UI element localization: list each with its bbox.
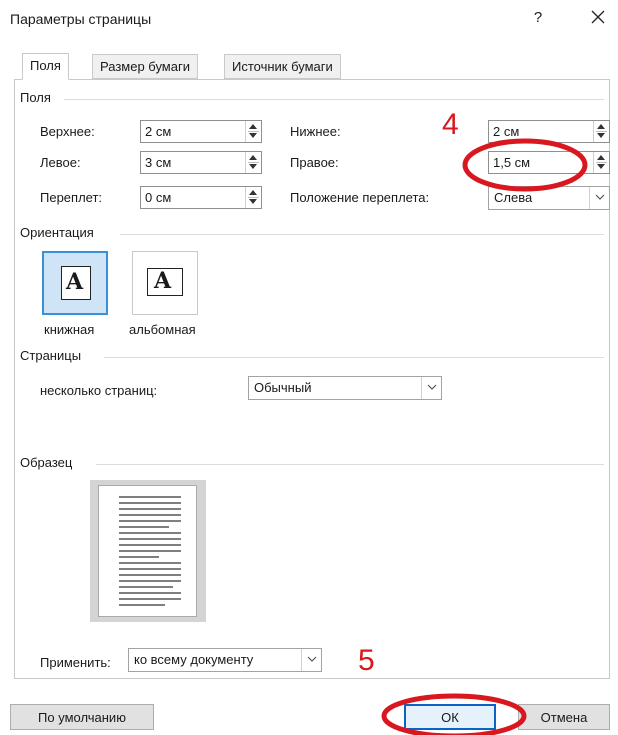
right-margin-value: 1,5 см bbox=[493, 155, 531, 170]
gutter-label: Переплет: bbox=[40, 190, 103, 205]
right-margin-label: Правое: bbox=[290, 155, 339, 170]
multiple-pages-dropdown-button[interactable] bbox=[421, 377, 441, 399]
orientation-group-divider bbox=[120, 234, 604, 235]
chevron-down-icon bbox=[307, 656, 316, 662]
margins-group-divider bbox=[64, 99, 604, 100]
gutter-position-select[interactable]: Слева bbox=[488, 186, 610, 210]
pages-group-divider bbox=[104, 357, 604, 358]
pages-group-label: Страницы bbox=[20, 348, 88, 363]
dialog-title: Параметры страницы bbox=[10, 11, 152, 27]
gutter-spinner[interactable] bbox=[245, 187, 261, 208]
gutter-field[interactable]: 0 см bbox=[140, 186, 262, 209]
step-5-annotation: 5 bbox=[358, 644, 375, 677]
preview-page bbox=[98, 485, 197, 617]
help-button[interactable]: ? bbox=[528, 9, 548, 29]
portrait-orientation-button[interactable]: A bbox=[42, 251, 108, 315]
page-preview bbox=[90, 480, 206, 622]
apply-to-value: ко всему документу bbox=[134, 652, 254, 667]
chevron-down-icon bbox=[595, 194, 604, 200]
right-margin-field[interactable]: 1,5 см bbox=[488, 151, 610, 174]
multiple-pages-label: несколько страниц: bbox=[40, 383, 158, 398]
bottom-margin-label: Нижнее: bbox=[290, 124, 341, 139]
close-icon bbox=[591, 10, 605, 24]
orientation-group-label: Ориентация bbox=[20, 225, 100, 240]
landscape-orientation-button[interactable]: A bbox=[132, 251, 198, 315]
preview-group-label: Образец bbox=[20, 455, 79, 470]
portrait-page-icon: A bbox=[61, 266, 91, 300]
apply-to-label: Применить: bbox=[40, 655, 111, 670]
tab-margins[interactable]: Поля bbox=[22, 53, 69, 80]
left-margin-label: Левое: bbox=[40, 155, 81, 170]
ok-button[interactable]: ОК bbox=[404, 704, 496, 730]
preview-text-lines bbox=[119, 496, 181, 606]
bottom-margin-spinner[interactable] bbox=[593, 121, 609, 142]
apply-to-dropdown-button[interactable] bbox=[301, 649, 321, 671]
top-margin-label: Верхнее: bbox=[40, 124, 95, 139]
preview-group-divider bbox=[96, 464, 604, 465]
bottom-margin-value: 2 см bbox=[493, 124, 520, 139]
close-button[interactable] bbox=[587, 7, 609, 29]
left-margin-spinner[interactable] bbox=[245, 152, 261, 173]
cancel-button[interactable]: Отмена bbox=[518, 704, 610, 730]
chevron-down-icon bbox=[427, 384, 436, 390]
top-margin-field[interactable]: 2 см bbox=[140, 120, 262, 143]
right-margin-spinner[interactable] bbox=[593, 152, 609, 173]
left-margin-value: 3 см bbox=[145, 155, 172, 170]
landscape-label: альбомная bbox=[129, 322, 196, 337]
apply-to-select[interactable]: ко всему документу bbox=[128, 648, 322, 672]
gutter-position-dropdown-button[interactable] bbox=[589, 187, 609, 209]
gutter-position-label: Положение переплета: bbox=[290, 190, 430, 205]
left-margin-field[interactable]: 3 см bbox=[140, 151, 262, 174]
tab-paper-source[interactable]: Источник бумаги bbox=[224, 54, 341, 79]
margins-group-label: Поля bbox=[20, 90, 57, 105]
multiple-pages-value: Обычный bbox=[254, 380, 312, 395]
multiple-pages-select[interactable]: Обычный bbox=[248, 376, 442, 400]
step-4-annotation: 4 bbox=[442, 108, 459, 141]
top-margin-value: 2 см bbox=[145, 124, 172, 139]
portrait-label: книжная bbox=[44, 322, 95, 337]
gutter-value: 0 см bbox=[145, 190, 172, 205]
gutter-position-value: Слева bbox=[494, 190, 533, 205]
landscape-page-icon: A bbox=[147, 268, 183, 296]
top-margin-spinner[interactable] bbox=[245, 121, 261, 142]
tab-paper-size[interactable]: Размер бумаги bbox=[92, 54, 198, 79]
set-default-button[interactable]: По умолчанию bbox=[10, 704, 154, 730]
bottom-margin-field[interactable]: 2 см bbox=[488, 120, 610, 143]
